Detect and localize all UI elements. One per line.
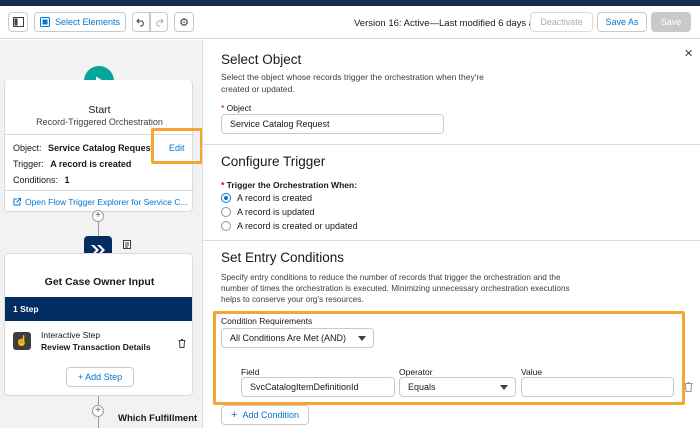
trigger-option-created[interactable]: A record is created (221, 193, 312, 203)
trigger-when-label-text: Trigger the Orchestration When: (226, 180, 358, 190)
entry-conditions-description-3: helps to conserve your org's resources. (221, 295, 364, 304)
trigger-value: A record is created (50, 159, 132, 169)
add-step-button[interactable]: + Add Step (66, 367, 134, 387)
start-card-divider-2 (5, 190, 194, 191)
steps-count: 1 Step (13, 304, 39, 314)
stage-card: Get Case Owner Input 1 Step ☝ Interactiv… (4, 253, 193, 396)
plus-icon: + (231, 409, 238, 421)
object-label: * Object (221, 103, 252, 113)
stage-title: Get Case Owner Input (44, 276, 155, 288)
configure-trigger-title: Configure Trigger (221, 154, 326, 169)
version-status: Version 16: Active—Last modified 6 days … (354, 18, 545, 29)
deactivate-button[interactable]: Deactivate (530, 12, 593, 32)
radio-unselected (221, 207, 231, 217)
trigger-option-updated[interactable]: A record is updated (221, 207, 315, 217)
start-conditions-row: Conditions: 1 (13, 175, 70, 185)
steps-header: 1 Step (5, 297, 192, 321)
settings-button[interactable]: ⚙ (174, 12, 194, 32)
section-divider-1 (203, 144, 700, 145)
toolbar: Select Elements ⚙ Version 16: Active—Las… (0, 6, 700, 39)
panel-toggle-icon (12, 17, 24, 27)
entry-conditions-description-2: number of times the orchestration is exe… (221, 284, 570, 293)
external-link-icon (13, 198, 21, 206)
add-condition-label: Add Condition (242, 410, 299, 420)
add-condition-button[interactable]: + Add Condition (221, 405, 309, 425)
start-title: Start (88, 104, 111, 116)
select-elements-button[interactable]: Select Elements (34, 12, 126, 32)
object-label-text: Object (226, 103, 252, 113)
object-key: Object: (13, 143, 42, 153)
conditions-key: Conditions: (13, 175, 59, 185)
trash-icon[interactable] (684, 382, 693, 392)
entry-conditions-highlight (213, 311, 685, 405)
stage-notes-icon[interactable] (123, 240, 131, 249)
add-element-plus-1[interactable]: + (92, 210, 104, 222)
flow-trigger-explorer-link[interactable]: Open Flow Trigger Explorer for Service C… (13, 197, 188, 207)
save-as-button[interactable]: Save As (597, 12, 647, 32)
trigger-option-created-label: A record is created (237, 193, 313, 203)
start-object-row: Object: Service Catalog Request (13, 143, 154, 153)
trash-icon[interactable] (178, 339, 186, 348)
object-input-value: Service Catalog Request (230, 119, 330, 129)
start-trigger-row: Trigger: A record is created (13, 159, 131, 169)
object-value: Service Catalog Request (48, 143, 154, 153)
trigger-when-label: * Trigger the Orchestration When: (221, 180, 358, 190)
redo-icon (156, 18, 164, 27)
redo-button[interactable] (150, 12, 168, 32)
trigger-option-updated-label: A record is updated (237, 207, 315, 217)
select-elements-label: Select Elements (54, 17, 121, 27)
interactive-step-icon: ☝ (13, 332, 31, 350)
trigger-option-created-or-updated-label: A record is created or updated (237, 221, 358, 231)
trigger-option-created-or-updated[interactable]: A record is created or updated (221, 221, 358, 231)
step-item[interactable]: ☝ Interactive Step Review Transaction De… (13, 330, 188, 356)
select-object-description: Select the object whose records trigger … (221, 72, 484, 94)
save-button[interactable]: Save (651, 12, 691, 32)
step-name: Review Transaction Details (41, 342, 151, 352)
add-element-plus-2[interactable]: + (92, 405, 104, 417)
select-object-title: Select Object (221, 52, 302, 67)
gear-icon: ⚙ (179, 16, 189, 29)
undo-button[interactable] (132, 12, 150, 32)
toggle-panel-button[interactable] (8, 12, 28, 32)
radio-selected (221, 193, 231, 203)
undo-icon (136, 18, 144, 27)
next-element-label: Which Fulfillment (118, 413, 198, 424)
conditions-value: 1 (64, 175, 70, 185)
properties-panel: ✕ Select Object Select the object whose … (202, 40, 700, 428)
edit-highlight (151, 128, 202, 164)
close-icon[interactable]: ✕ (684, 47, 693, 60)
flow-trigger-explorer-label: Open Flow Trigger Explorer for Service C… (25, 197, 188, 207)
radio-unselected (221, 221, 231, 231)
flow-canvas: Start Record-Triggered Orchestration Obj… (0, 40, 202, 428)
section-divider-2 (203, 240, 700, 241)
select-elements-icon (39, 17, 50, 27)
step-type: Interactive Step (41, 330, 101, 340)
trigger-key: Trigger: (13, 159, 44, 169)
object-input[interactable]: Service Catalog Request (221, 114, 444, 134)
entry-conditions-title: Set Entry Conditions (221, 250, 345, 265)
entry-conditions-description-1: Specify entry conditions to reduce the n… (221, 273, 561, 282)
start-subtitle: Record-Triggered Orchestration (36, 117, 163, 127)
